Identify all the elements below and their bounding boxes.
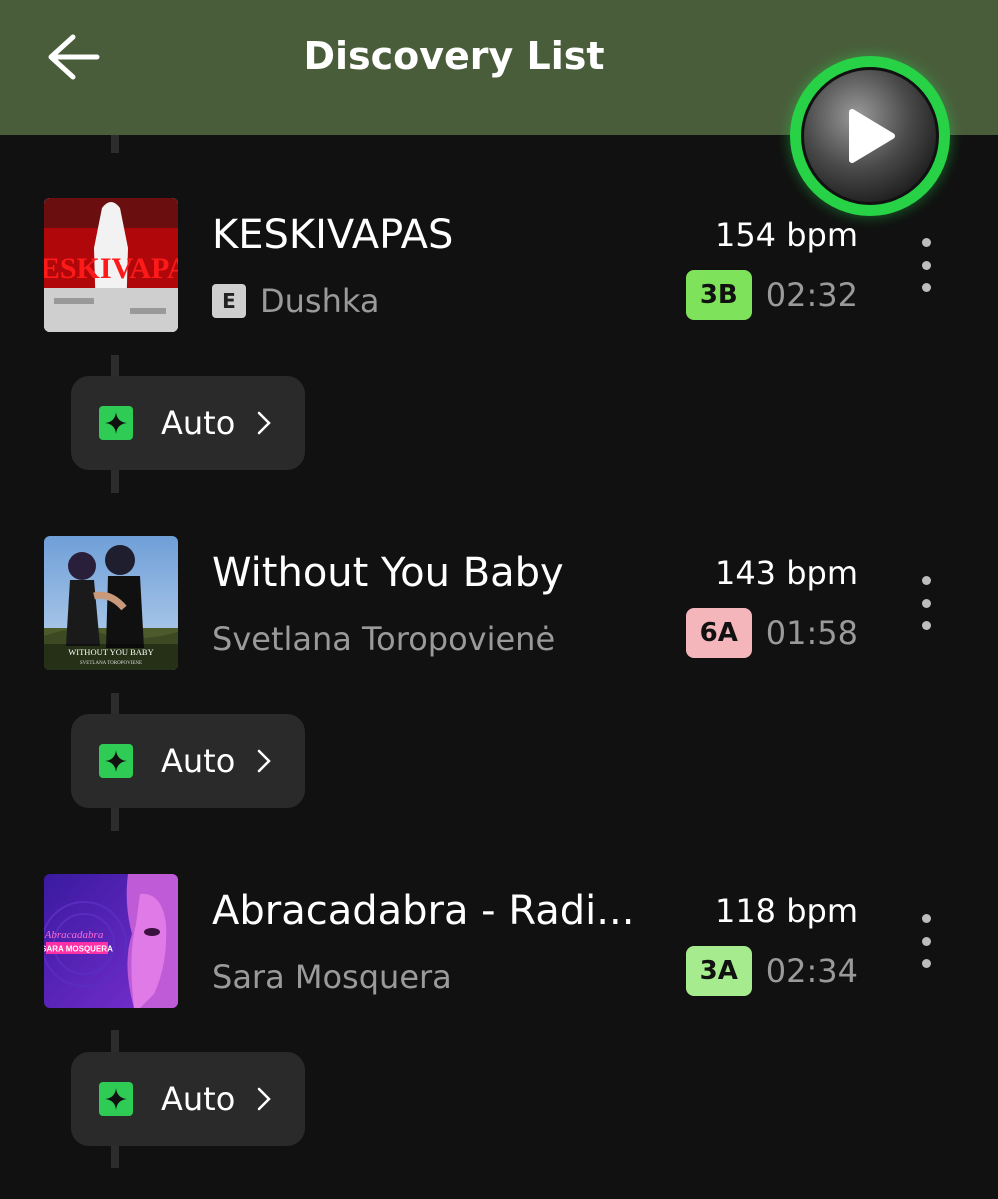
cover-subtext: SARA MOSQUERA (44, 945, 113, 954)
track-bpm: 143 bpm (714, 554, 858, 592)
album-cover-art: KESKIVAPAS (44, 198, 178, 332)
dot-icon (921, 598, 931, 608)
key-badge: 3B (685, 270, 752, 320)
play-button-disc (801, 67, 939, 205)
more-options-button[interactable] (904, 568, 948, 638)
track-artist: Dushka (260, 282, 380, 320)
sparkle-icon (99, 406, 133, 440)
cover-text: Abracadabra (44, 929, 104, 941)
chevron-right-icon (257, 1087, 272, 1111)
key-badge: 3A (685, 946, 752, 996)
track-duration: 02:32 (765, 276, 858, 314)
explicit-badge: E (212, 284, 246, 318)
cover-subtext: SVETLANA TOROPOVIENE (80, 661, 142, 666)
album-cover-art: Abracadabra SARA MOSQUERA (44, 874, 178, 1008)
more-options-button[interactable] (904, 906, 948, 976)
more-options-button[interactable] (904, 230, 948, 300)
auto-transition-button[interactable]: Auto (71, 1052, 305, 1146)
track-bpm: 118 bpm (714, 892, 858, 930)
key-duration-row: 6A 01:58 (685, 608, 858, 658)
dot-icon (921, 283, 931, 292)
play-icon (849, 109, 895, 163)
track-duration: 02:34 (765, 952, 858, 990)
track-bpm: 154 bpm (714, 216, 858, 254)
auto-label: Auto (161, 1080, 236, 1118)
track-artist: Sara Mosquera (212, 958, 452, 996)
album-cover: Abracadabra SARA MOSQUERA (44, 874, 178, 1008)
track-title: KESKIVAPAS (212, 212, 454, 258)
album-cover-art: WITHOUT YOU BABY SVETLANA TOROPOVIENE (44, 536, 178, 670)
dot-icon (921, 914, 931, 923)
dot-icon (921, 936, 931, 946)
cover-text: WITHOUT YOU BABY (68, 647, 153, 657)
dot-icon (921, 576, 931, 585)
chevron-right-icon (257, 411, 272, 435)
track-title: Abracadabra - Radi... (212, 888, 635, 934)
auto-label: Auto (161, 404, 236, 442)
auto-transition-button[interactable]: Auto (71, 376, 305, 470)
album-cover: WITHOUT YOU BABY SVETLANA TOROPOVIENE (44, 536, 178, 670)
dot-icon (921, 260, 931, 270)
sparkle-icon (99, 744, 133, 778)
cover-text: KESKIVAPAS (44, 252, 178, 285)
key-badge: 6A (685, 608, 752, 658)
play-all-button[interactable] (790, 56, 950, 216)
track-title: Without You Baby (212, 550, 564, 596)
album-cover: KESKIVAPAS (44, 198, 178, 332)
dot-icon (921, 621, 931, 630)
auto-transition-button[interactable]: Auto (71, 714, 305, 808)
track-duration: 01:58 (765, 614, 858, 652)
timeline-connector (111, 135, 119, 153)
auto-label: Auto (161, 742, 236, 780)
track-artist: Svetlana Toropovienė (212, 620, 556, 658)
sparkle-icon (99, 1082, 133, 1116)
chevron-right-icon (257, 749, 272, 773)
key-duration-row: 3B 02:32 (685, 270, 858, 320)
track-artist-line: E Dushka (212, 282, 379, 320)
dot-icon (921, 959, 931, 968)
key-duration-row: 3A 02:34 (685, 946, 858, 996)
dot-icon (921, 238, 931, 247)
